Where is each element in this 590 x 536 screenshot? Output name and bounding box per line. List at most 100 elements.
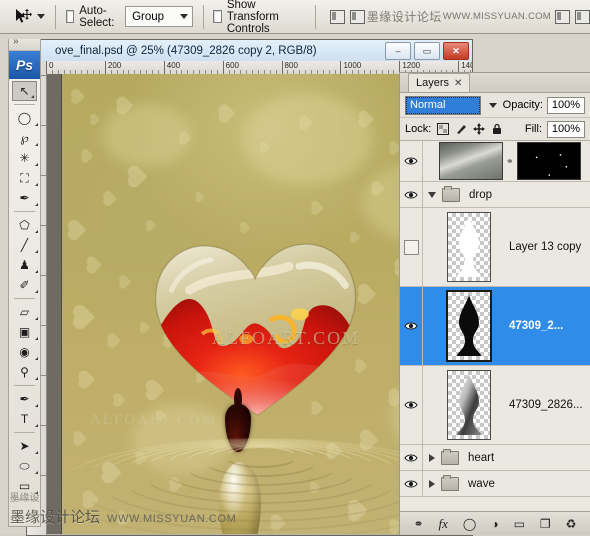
fill-input[interactable]: 100% xyxy=(547,120,585,138)
layer-row[interactable]: 47309_2826... xyxy=(400,366,590,445)
history-brush-tool-icon[interactable]: ✐ xyxy=(9,275,40,295)
minimize-icon: – xyxy=(395,46,401,56)
toolbox-collapse-handle[interactable] xyxy=(9,36,40,51)
pen-tool-icon[interactable]: ✒ xyxy=(9,389,40,409)
visibility-eye-icon[interactable] xyxy=(400,471,423,496)
options-bar: Auto-Select: Group Show Transform Contro… xyxy=(0,0,590,35)
lock-image-icon[interactable] xyxy=(454,123,467,136)
visibility-eye-icon[interactable] xyxy=(400,141,423,181)
dodge-tool-icon[interactable]: ⚲ xyxy=(9,362,40,382)
marquee-tool-icon[interactable]: ◯ xyxy=(9,108,40,128)
visibility-eye-icon[interactable] xyxy=(400,366,423,444)
canvas-watermark-secondary: ALFOART.COM xyxy=(90,412,218,428)
tool-flyout-corner xyxy=(35,143,38,146)
thumbnail-artwork xyxy=(457,295,481,356)
align-left-icon[interactable] xyxy=(329,9,345,24)
magic-wand-tool-icon[interactable]: ✳ xyxy=(9,148,40,168)
chevron-down-icon[interactable] xyxy=(488,102,497,108)
eraser-tool-icon[interactable]: ▱ xyxy=(9,302,40,322)
layer-row[interactable]: ⚭ xyxy=(400,141,590,182)
divider xyxy=(14,211,35,212)
tool-flyout-corner xyxy=(35,317,38,320)
chevron-right-icon[interactable] xyxy=(429,453,435,462)
auto-select-dropdown[interactable]: Group xyxy=(125,6,193,27)
bokeh-glow xyxy=(242,94,372,185)
distribute-buttons-group xyxy=(555,9,590,24)
distribute-middle-icon[interactable] xyxy=(575,9,590,24)
gradient-tool-icon[interactable]: ▣ xyxy=(9,322,40,342)
lock-transparency-icon[interactable] xyxy=(436,123,449,136)
ruler-tick: 400 xyxy=(163,61,180,74)
new-layer-button[interactable]: ❐ xyxy=(540,517,551,531)
tab-layers[interactable]: Layers ✕ xyxy=(408,73,471,92)
lasso-tool-icon[interactable]: ℘ xyxy=(9,128,40,148)
layer-thumbnail[interactable] xyxy=(447,212,491,282)
maximize-button[interactable]: ▭ xyxy=(414,42,440,60)
chevron-down-icon[interactable] xyxy=(428,191,436,198)
blend-mode-dropdown[interactable]: Normal xyxy=(405,95,481,115)
lock-all-icon[interactable] xyxy=(490,123,503,136)
eyedropper-tool-icon[interactable]: ✒ xyxy=(9,188,40,208)
layer-name: drop xyxy=(469,188,493,201)
layer-list[interactable]: ⚭ drop Layer 13 copy 47309_2... 47309_2826..… xyxy=(400,141,590,511)
layer-group-row[interactable]: wave xyxy=(400,471,590,497)
layer-style-button[interactable]: fx xyxy=(439,516,448,532)
visibility-eye-icon[interactable] xyxy=(400,287,423,365)
opacity-input[interactable]: 100% xyxy=(547,96,585,114)
visibility-eye-icon[interactable] xyxy=(400,182,423,207)
brush-tool-icon[interactable]: ╱ xyxy=(9,235,40,255)
shape-tool-icon[interactable]: ⬭ xyxy=(9,456,40,476)
tool-flyout-corner xyxy=(35,203,38,206)
minimize-button[interactable]: – xyxy=(385,42,411,60)
adjustment-layer-button[interactable]: ◑ xyxy=(491,517,498,531)
bokeh-heart xyxy=(87,257,103,273)
layer-group-row[interactable]: drop xyxy=(400,182,590,208)
tool-preset-chevron-icon[interactable] xyxy=(37,14,45,19)
options-watermark-url: WWW.MISSYUAN.COM xyxy=(442,11,552,22)
link-layers-button[interactable]: ⚭ xyxy=(413,517,423,531)
layer-group-row[interactable]: heart xyxy=(400,445,590,471)
move-tool-icon[interactable] xyxy=(14,6,32,28)
close-icon[interactable]: ✕ xyxy=(454,78,462,89)
visibility-empty-box xyxy=(403,239,419,255)
align-center-icon[interactable] xyxy=(349,9,365,24)
blur-tool-icon[interactable]: ◉ xyxy=(9,342,40,362)
mask-link-icon[interactable]: ⚭ xyxy=(506,156,514,167)
bokeh-heart xyxy=(75,307,95,327)
maximize-icon: ▭ xyxy=(422,45,432,56)
visibility-toggle[interactable] xyxy=(400,208,423,286)
path-selection-tool-icon[interactable]: ➤ xyxy=(9,436,40,456)
options-watermark-cn: 墨缘设计论坛 xyxy=(366,10,442,24)
chevron-right-icon[interactable] xyxy=(429,479,435,488)
tool-flyout-corner xyxy=(35,404,38,407)
layer-name: wave xyxy=(468,477,495,490)
close-button[interactable]: ✕ xyxy=(443,42,469,60)
new-group-button[interactable]: ▭ xyxy=(514,517,525,531)
tool-list: ↖ ◯ ℘ ✳ ⛶ ✒ ⬠ ╱ ♟ ✐ ▱ ▣ ◉ ⚲ ✒ T ➤ ⬭ ▭ xyxy=(9,79,40,500)
bokeh-heart xyxy=(108,334,121,347)
distribute-top-icon[interactable] xyxy=(555,9,571,24)
delete-layer-button[interactable]: ♻ xyxy=(566,517,577,531)
layer-mask-thumbnail[interactable] xyxy=(516,142,581,180)
close-icon: ✕ xyxy=(452,45,460,56)
layer-thumbnail[interactable] xyxy=(446,290,492,362)
add-mask-button[interactable]: ◯ xyxy=(463,517,476,531)
bokeh-heart xyxy=(146,220,157,231)
show-transform-checkbox[interactable] xyxy=(213,10,222,23)
tool-flyout-corner xyxy=(35,290,38,293)
layer-thumbnail[interactable] xyxy=(439,142,503,180)
layers-panel: Layers ✕ Normal Opacity: 100% Lock: Fill… xyxy=(399,72,590,535)
type-tool-icon[interactable]: T xyxy=(9,409,40,429)
auto-select-checkbox[interactable] xyxy=(65,10,75,23)
layer-row[interactable]: Layer 13 copy xyxy=(400,208,590,287)
lock-position-icon[interactable] xyxy=(472,123,485,136)
visibility-eye-icon[interactable] xyxy=(400,445,423,470)
document-title-bar[interactable]: ove_final.psd @ 25% (47309_2826 copy 2, … xyxy=(27,40,472,62)
layer-row[interactable]: 47309_2... xyxy=(400,287,590,366)
divider xyxy=(315,4,316,29)
crop-tool-icon[interactable]: ⛶ xyxy=(9,168,40,188)
clone-stamp-tool-icon[interactable]: ♟ xyxy=(9,255,40,275)
move-tool-icon[interactable]: ↖ xyxy=(12,81,37,101)
patch-tool-icon[interactable]: ⬠ xyxy=(9,215,40,235)
layer-thumbnail[interactable] xyxy=(447,370,491,440)
